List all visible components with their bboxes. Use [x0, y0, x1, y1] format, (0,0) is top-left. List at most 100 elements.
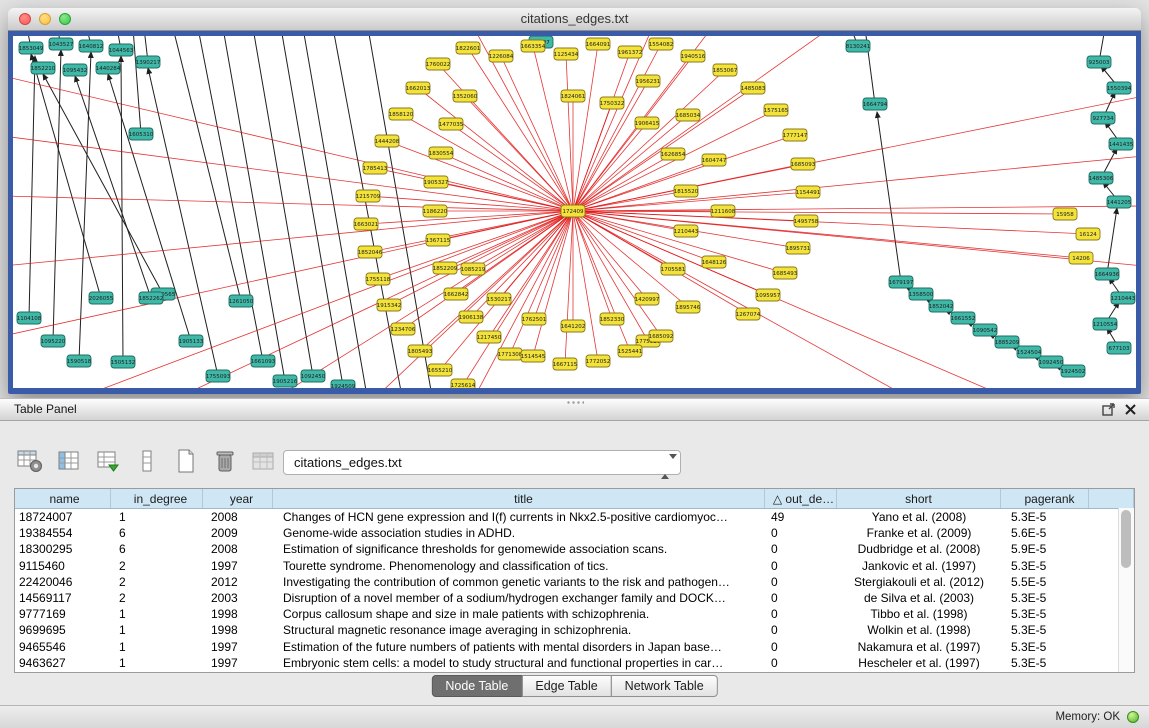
network-canvas[interactable]: 1853049104352716408121044563185221010954… — [13, 36, 1136, 388]
graph-node[interactable]: 1044563 — [109, 44, 134, 56]
graph-node[interactable]: 1815520 — [674, 185, 699, 197]
graph-node[interactable]: 1641202 — [561, 320, 586, 332]
graph-node[interactable]: 1771308 — [498, 348, 523, 360]
graph-node[interactable]: 1664794 — [863, 98, 888, 110]
graph-node[interactable]: 1485306 — [1089, 172, 1114, 184]
minimize-button[interactable] — [39, 13, 51, 25]
column-header-in-degree[interactable]: in_degree — [111, 489, 203, 508]
graph-node[interactable]: 1664936 — [1095, 268, 1120, 280]
graph-node[interactable]: 1830554 — [429, 147, 454, 159]
table-row[interactable]: 911546021997Tourette syndrome. Phenomeno… — [15, 558, 1134, 574]
graph-node[interactable]: 1664091 — [586, 38, 611, 50]
column-header-year[interactable]: year — [203, 489, 273, 508]
graph-node[interactable]: 16124 — [1076, 228, 1100, 240]
graph-node[interactable]: 1477035 — [439, 118, 464, 130]
graph-node[interactable]: 1853049 — [19, 42, 44, 54]
graph-node[interactable]: 1661093 — [251, 355, 276, 367]
table-panel-header[interactable]: Table Panel — [0, 399, 1149, 421]
graph-node[interactable]: 1648126 — [702, 256, 727, 268]
graph-node[interactable]: 1705581 — [661, 263, 686, 275]
graph-node[interactable]: 1524504 — [1017, 346, 1042, 358]
graph-node[interactable]: 1906415 — [635, 117, 660, 129]
graph-node[interactable]: 1853067 — [713, 64, 738, 76]
graph-node[interactable]: 1210443 — [674, 225, 699, 237]
graph-node[interactable]: 1725614 — [451, 379, 476, 388]
graph-node[interactable]: 1663021 — [354, 218, 379, 230]
column-chooser-icon[interactable] — [55, 447, 83, 475]
graph-node[interactable]: 1667115 — [553, 358, 578, 370]
close-panel-icon[interactable] — [1124, 403, 1137, 416]
tab-node-table[interactable]: Node Table — [431, 675, 522, 697]
window-titlebar[interactable]: citations_edges.txt — [8, 8, 1141, 31]
table-row[interactable]: 977716911998Corpus callosum shape and si… — [15, 606, 1134, 622]
graph-node[interactable]: 1090542 — [973, 324, 998, 336]
graph-node[interactable]: 1762501 — [522, 313, 547, 325]
graph-node[interactable]: 1550394 — [1107, 82, 1132, 94]
graph-node[interactable]: 1755093 — [206, 370, 231, 382]
graph-node[interactable]: 1640812 — [79, 40, 104, 52]
graph-node[interactable]: 1485083 — [741, 82, 766, 94]
new-file-icon[interactable] — [172, 447, 200, 475]
graph-node[interactable]: 1662013 — [406, 82, 431, 94]
graph-node[interactable]: 1186220 — [423, 205, 448, 217]
graph-node[interactable]: 1234706 — [391, 323, 416, 335]
graph-node[interactable]: 1772052 — [586, 355, 611, 367]
graph-node[interactable]: 1822601 — [456, 42, 481, 54]
graph-node[interactable]: 1441205 — [1107, 196, 1132, 208]
graph-node[interactable]: 1655210 — [428, 364, 453, 376]
graph-node[interactable]: 1906138 — [459, 311, 484, 323]
graph-node[interactable]: 1852262 — [139, 292, 164, 304]
graph-node[interactable]: 14206 — [1069, 252, 1093, 264]
table-row[interactable]: 1938455462009Genome-wide association stu… — [15, 525, 1134, 541]
float-panel-icon[interactable] — [1102, 403, 1115, 416]
table-row[interactable]: 1872400712008Changes of HCN gene express… — [15, 509, 1134, 525]
graph-node[interactable]: 1444208 — [375, 135, 400, 147]
graph-node[interactable]: 1852330 — [600, 313, 625, 325]
graph-node[interactable]: 1261050 — [229, 295, 254, 307]
graph-node[interactable]: 1905327 — [424, 176, 449, 188]
graph-node[interactable]: 1590518 — [67, 355, 92, 367]
graph-node[interactable]: 1554082 — [649, 38, 674, 50]
graph-node[interactable]: 1824061 — [561, 90, 586, 102]
tab-edge-table[interactable]: Edge Table — [521, 675, 611, 697]
table-row[interactable]: 1830029562008Estimation of significance … — [15, 541, 1134, 557]
graph-node[interactable]: 1905133 — [179, 335, 204, 347]
graph-node[interactable]: 925003 — [1087, 56, 1111, 68]
graph-node[interactable]: 1215709 — [356, 190, 381, 202]
graph-node[interactable]: 1226084 — [489, 50, 514, 62]
network-view[interactable]: 1853049104352716408121044563185221010954… — [13, 36, 1136, 388]
graph-node[interactable]: 1750322 — [600, 97, 625, 109]
table-settings-icon[interactable] — [16, 447, 44, 475]
graph-node[interactable]: 15958 — [1053, 208, 1077, 220]
graph-node[interactable]: 1924509 — [331, 380, 356, 388]
graph-node[interactable]: 1352060 — [453, 90, 478, 102]
graph-node[interactable]: 1092450 — [1039, 356, 1064, 368]
scrollbar-thumb[interactable] — [1121, 510, 1131, 568]
graph-node[interactable]: 1924502 — [1061, 365, 1086, 377]
graph-node[interactable]: 1095432 — [63, 64, 88, 76]
graph-node[interactable]: 1626854 — [661, 148, 686, 160]
graph-node[interactable]: 1805493 — [408, 345, 433, 357]
graph-node[interactable]: 1961372 — [618, 46, 643, 58]
column-header-out-degree[interactable]: △ out_de… — [765, 489, 837, 508]
graph-node[interactable]: 1525441 — [618, 345, 643, 357]
column-header-name[interactable]: name — [15, 489, 111, 508]
import-table-icon[interactable] — [250, 447, 278, 475]
graph-node[interactable]: 1755118 — [366, 273, 391, 285]
graph-node[interactable]: 1777147 — [783, 129, 808, 141]
graph-node[interactable]: 1685093 — [791, 158, 816, 170]
graph-node[interactable]: 1043527 — [49, 38, 74, 50]
graph-node[interactable]: 1367115 — [426, 234, 451, 246]
graph-node[interactable]: 1661552 — [951, 312, 976, 324]
graph-node[interactable]: 1505132 — [111, 356, 136, 368]
graph-node[interactable]: 1940516 — [681, 50, 706, 62]
graph-node[interactable]: 927734 — [1091, 112, 1115, 124]
delete-icon[interactable] — [211, 447, 239, 475]
graph-node[interactable]: 2026055 — [89, 292, 114, 304]
graph-node[interactable]: 1095220 — [41, 335, 66, 347]
table-row[interactable]: 1456911722003Disruption of a novel membe… — [15, 590, 1134, 606]
table-row[interactable]: 946362711997Embryonic stem cells: a mode… — [15, 655, 1134, 671]
graph-node[interactable]: 1685493 — [773, 267, 798, 279]
graph-node[interactable]: 1663354 — [521, 40, 546, 52]
close-button[interactable] — [19, 13, 31, 25]
